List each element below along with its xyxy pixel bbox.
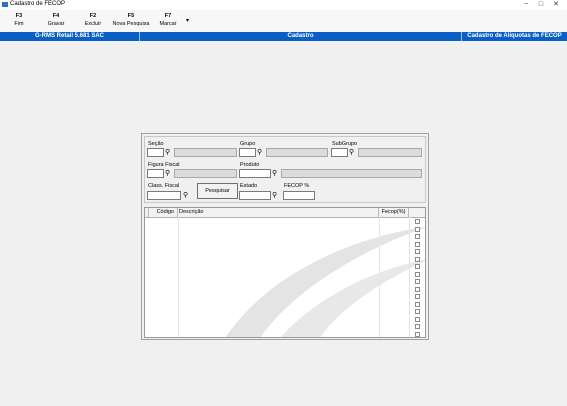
gravar-button[interactable]: F4 Gravar [42, 12, 70, 30]
fim-button[interactable]: F3 Fim [6, 12, 32, 30]
mark-checkbox[interactable] [415, 294, 420, 299]
column-divider [379, 217, 380, 337]
fecop-pct-label: FECOP % [284, 183, 310, 189]
binoculars-icon[interactable]: ⚲ [272, 169, 277, 178]
mark-checkbox[interactable] [415, 286, 420, 292]
gravar-label: Gravar [47, 21, 65, 27]
subgrupo-label: SubGrupo [332, 141, 358, 147]
minimize-button[interactable]: − [519, 0, 533, 9]
secao-description [174, 148, 237, 157]
nova-pesquisa-button[interactable]: F5 Nova Pesquisa [111, 12, 151, 30]
excluir-key: F2 [89, 13, 97, 19]
marcar-button[interactable]: F7 Marcar [155, 12, 181, 30]
mark-checkbox[interactable] [415, 309, 420, 314]
mark-checkbox[interactable] [415, 219, 420, 224]
estado-label: Estado [240, 183, 258, 189]
secao-input[interactable] [147, 148, 164, 157]
mark-checkbox[interactable] [415, 316, 420, 322]
estado-input[interactable] [239, 191, 271, 200]
produto-label: Produto [240, 162, 260, 168]
nova-pesquisa-label: Nova Pesquisa [112, 21, 150, 27]
grupo-input[interactable] [239, 148, 256, 157]
mark-checkbox[interactable] [415, 331, 420, 337]
column-divider [178, 217, 179, 337]
gravar-key: F4 [52, 13, 60, 19]
excluir-button[interactable]: F2 Excluir [79, 12, 107, 30]
class-fiscal-input[interactable] [147, 191, 181, 200]
excluir-label: Excluir [84, 21, 102, 27]
fim-key: F3 [15, 13, 23, 19]
fecop-pct-input[interactable] [283, 191, 315, 200]
maximize-button[interactable]: □ [534, 0, 548, 9]
column-divider [409, 217, 410, 337]
mark-checkbox[interactable] [415, 264, 420, 269]
subgrupo-input[interactable] [331, 148, 348, 157]
figura-fiscal-label: Figura Fiscal [148, 162, 180, 168]
col-codigo[interactable]: Código [149, 208, 178, 217]
grid-header: Código Descrição Fecop(%) [145, 208, 425, 218]
mark-checkbox[interactable] [415, 301, 420, 307]
mark-checkbox[interactable] [415, 271, 420, 277]
app-version: G-RMS Retail 5.681 SAC [0, 32, 140, 41]
marcar-label: Marcar [159, 21, 177, 27]
mark-checkbox[interactable] [415, 256, 420, 262]
col-fecop[interactable]: Fecop(%) [379, 208, 409, 217]
col-descricao[interactable]: Descrição [178, 208, 379, 217]
window-title: Cadastro de FECOP [10, 1, 66, 7]
mark-checkbox[interactable] [415, 324, 420, 329]
mark-checkbox[interactable] [415, 241, 420, 247]
mark-checkbox[interactable] [415, 249, 420, 254]
subgrupo-description [358, 148, 422, 157]
binoculars-icon[interactable]: ⚲ [349, 148, 354, 157]
mark-checkbox[interactable] [415, 234, 420, 239]
dropdown-arrow-icon[interactable]: ▾ [186, 17, 189, 24]
fim-label: Fim [14, 21, 24, 27]
binoculars-icon[interactable]: ⚲ [165, 169, 170, 178]
watermark-logo [225, 226, 425, 337]
grupo-description [266, 148, 328, 157]
mark-checkbox[interactable] [415, 279, 420, 284]
binoculars-icon[interactable]: ⚲ [165, 148, 170, 157]
col-mark-header [409, 208, 425, 217]
binoculars-icon[interactable]: ⚲ [257, 148, 262, 157]
screen-name: Cadastro de Alíquotas de FECOP [467, 33, 562, 39]
marcar-key: F7 [164, 13, 172, 19]
produto-input[interactable] [239, 169, 271, 178]
binoculars-icon[interactable]: ⚲ [272, 191, 277, 200]
figura-fiscal-description [174, 169, 237, 178]
module-name: Cadastro [140, 32, 462, 41]
mark-checkbox[interactable] [415, 226, 420, 232]
close-button[interactable]: ✕ [549, 0, 563, 9]
app-icon [2, 2, 8, 7]
pesquisar-button[interactable]: Pesquisar [197, 183, 238, 199]
class-fiscal-label: Class. Fiscal [148, 183, 180, 189]
figura-fiscal-input[interactable] [147, 169, 164, 178]
results-grid[interactable]: Código Descrição Fecop(%) [144, 207, 426, 338]
grupo-label: Grupo [240, 141, 256, 147]
nova-pesquisa-key: F5 [127, 13, 135, 19]
produto-description [281, 169, 422, 178]
binoculars-icon[interactable]: ⚲ [183, 191, 188, 200]
status-bar: G-RMS Retail 5.681 SAC Cadastro Cadastro… [0, 32, 567, 41]
secao-label: Seção [148, 141, 164, 147]
